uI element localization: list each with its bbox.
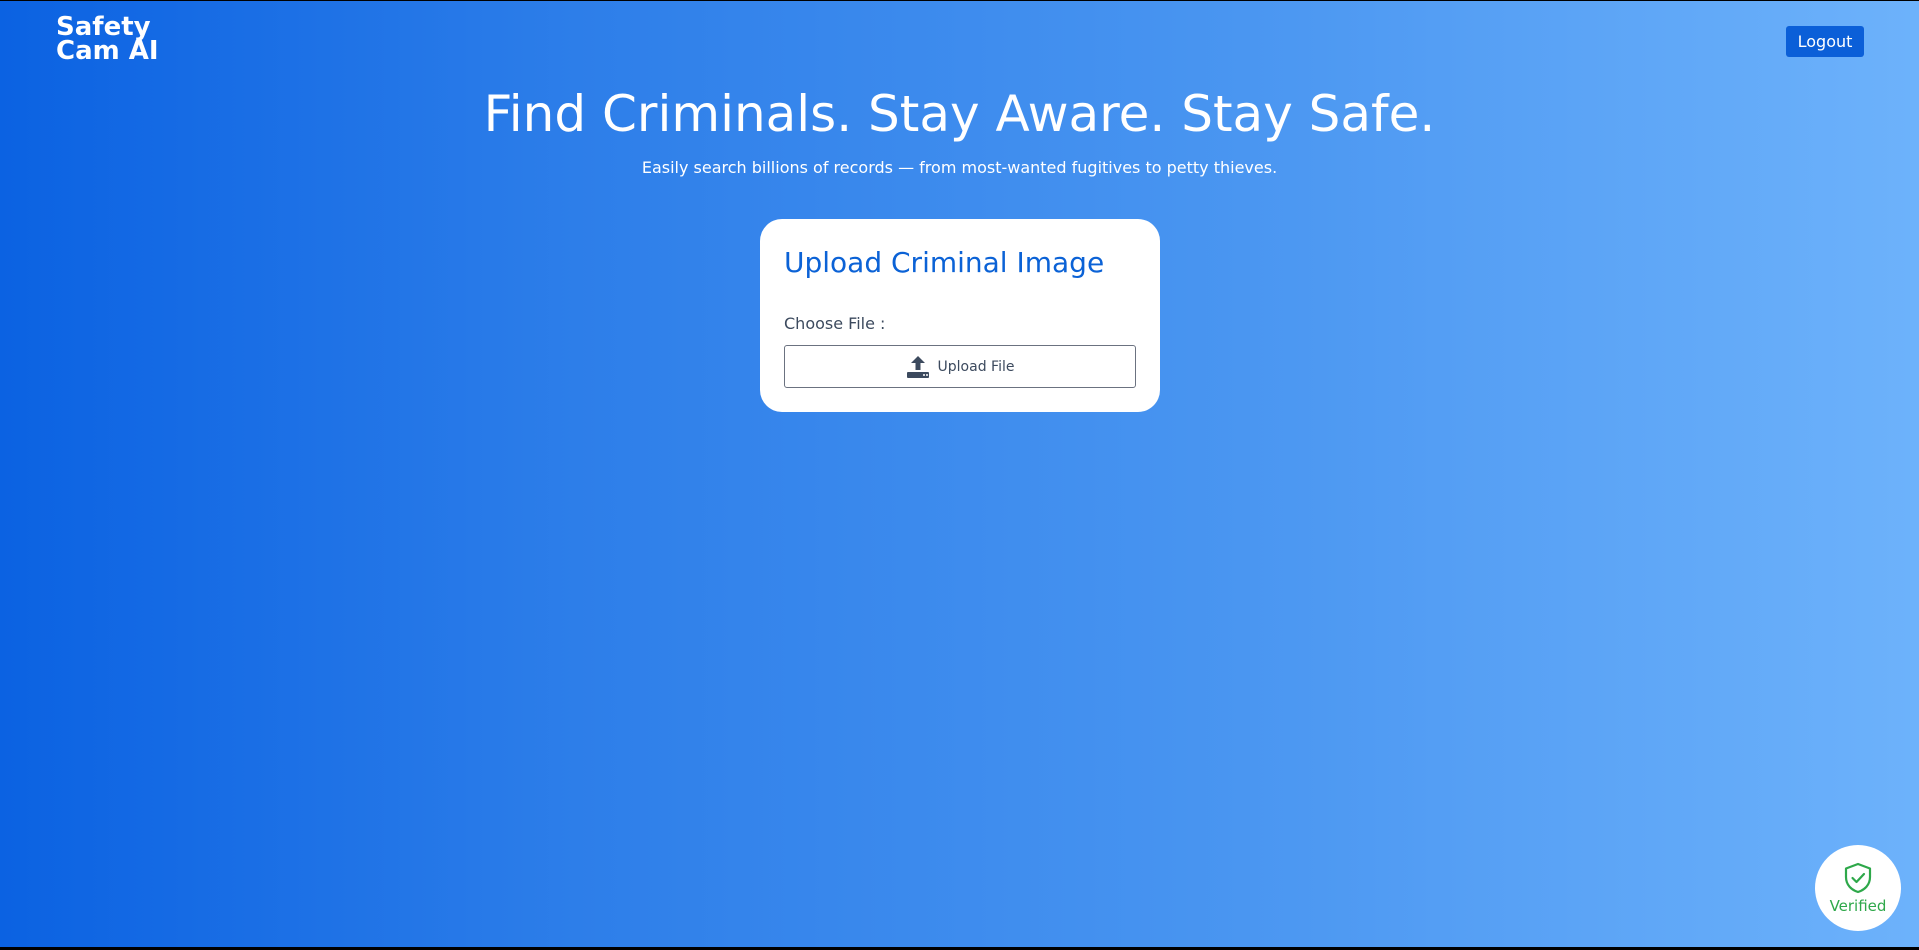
- verified-badge[interactable]: Verified: [1815, 845, 1901, 931]
- upload-file-button[interactable]: Upload File: [784, 345, 1136, 388]
- hero-title: Find Criminals. Stay Aware. Stay Safe.: [483, 85, 1436, 143]
- upload-card-title: Upload Criminal Image: [784, 246, 1105, 279]
- shield-check-icon: [1843, 862, 1873, 894]
- logo-line-2: Cam AI: [56, 36, 159, 66]
- logo[interactable]: Safety Cam AI: [56, 14, 159, 66]
- choose-file-label: Choose File :: [784, 314, 886, 333]
- upload-icon: [906, 355, 930, 379]
- verified-label: Verified: [1829, 897, 1887, 915]
- page-background: Safety Cam AI Logout Find Criminals. Sta…: [0, 1, 1919, 947]
- logout-button[interactable]: Logout: [1786, 26, 1864, 57]
- upload-file-label: Upload File: [937, 358, 1015, 375]
- upload-card: Upload Criminal Image Choose File : Uplo…: [760, 219, 1160, 412]
- hero-subtitle: Easily search billions of records — from…: [641, 158, 1278, 177]
